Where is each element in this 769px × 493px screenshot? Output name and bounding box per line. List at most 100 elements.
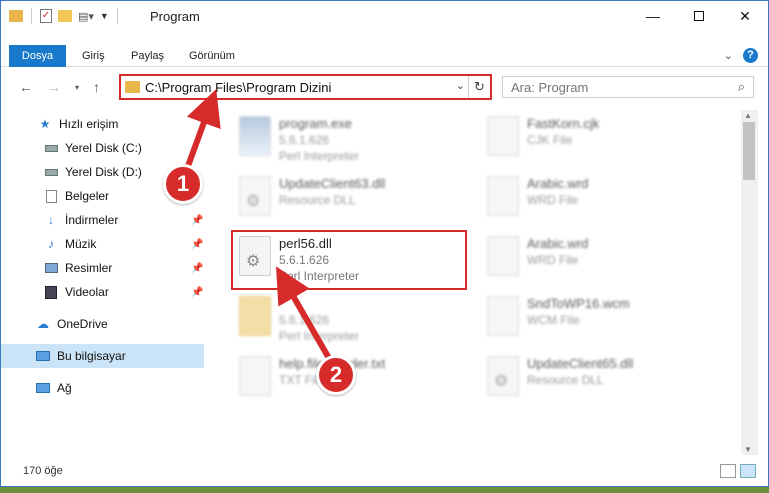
- sidebar-item-onedrive[interactable]: ☁ OneDrive: [1, 312, 204, 336]
- star-icon: ★: [39, 117, 51, 131]
- sidebar-item-music[interactable]: ♪ Müzik 📌: [1, 232, 204, 256]
- file-highlight-box: [231, 230, 467, 290]
- file-item[interactable]: Arabic.wrd WRD File: [477, 172, 717, 228]
- file-type: WCM File: [527, 313, 580, 327]
- sidebar-item-downloads[interactable]: ↓ İndirmeler 📌: [1, 208, 204, 232]
- quick-access-toolbar: ✓ ▤▾ ▼: [9, 8, 120, 24]
- tab-paylas[interactable]: Paylaş: [121, 45, 174, 67]
- scroll-down-icon[interactable]: ▼: [744, 445, 752, 454]
- pin-icon[interactable]: 📌: [191, 215, 203, 226]
- file-icon: [487, 296, 519, 336]
- sidebar-item-label: Yerel Disk (C:): [65, 141, 142, 155]
- up-arrow-icon[interactable]: ↑: [93, 79, 100, 95]
- new-folder-icon[interactable]: [58, 10, 72, 22]
- status-bar: 170 öğe: [1, 459, 768, 485]
- file-type: Resource DLL: [279, 193, 356, 207]
- file-item[interactable]: Arabic.wrd WRD File: [477, 232, 717, 288]
- maximize-button[interactable]: [676, 1, 722, 31]
- file-type: Resource DLL: [527, 373, 604, 387]
- sidebar-item-disk-c[interactable]: Yerel Disk (C:): [1, 136, 204, 160]
- nav-buttons: ← → ▾ ↑: [19, 79, 100, 95]
- forward-arrow-icon[interactable]: →: [47, 79, 61, 95]
- sidebar-item-label: Belgeler: [65, 189, 110, 203]
- sidebar-item-label: Ağ: [57, 381, 72, 395]
- properties-icon[interactable]: ✓: [40, 9, 52, 23]
- file-icon: [487, 236, 519, 276]
- file-type: Perl Interpreter: [279, 149, 360, 163]
- window-title: Program: [150, 9, 200, 24]
- view-switcher: [720, 464, 756, 478]
- file-item[interactable]: FastKorn.cjk CJK File: [477, 112, 717, 168]
- sidebar-item-this-pc[interactable]: Bu bilgisayar: [1, 344, 204, 368]
- exe-icon: [239, 116, 271, 156]
- folder-icon: [9, 10, 23, 22]
- chevron-down-icon[interactable]: ⌄: [456, 79, 465, 92]
- recent-dropdown-icon[interactable]: ▾: [75, 83, 79, 92]
- file-type: CJK File: [527, 133, 573, 147]
- folder-file-icon: [239, 296, 271, 336]
- window-controls: — ✕: [630, 1, 768, 31]
- file-type: WRD File: [527, 253, 579, 267]
- file-version: 5.6.1.626: [279, 133, 330, 147]
- search-icon[interactable]: ⌕: [738, 79, 745, 95]
- refresh-icon[interactable]: ↻: [468, 76, 490, 98]
- file-item[interactable]: 5.6.1.626 Perl Interpreter: [229, 292, 469, 348]
- ribbon-tabs: Dosya Giriş Paylaş Görünüm ⌄ ?: [1, 45, 768, 67]
- sidebar-item-label: İndirmeler: [65, 213, 119, 227]
- explorer-window: ✓ ▤▾ ▼ Program — ✕ Dosya Giriş Paylaş Gö…: [0, 0, 769, 487]
- details-view-icon[interactable]: [720, 464, 736, 478]
- sidebar-item-videos[interactable]: Videolar 📌: [1, 280, 204, 304]
- file-name: UpdateClient63.dll: [279, 176, 386, 191]
- scroll-thumb[interactable]: [743, 122, 755, 180]
- vertical-scrollbar[interactable]: ▲ ▼: [741, 110, 758, 455]
- sidebar-item-pictures[interactable]: Resimler 📌: [1, 256, 204, 280]
- pin-icon[interactable]: 📌: [191, 287, 203, 298]
- file-item[interactable]: program.exe 5.6.1.626 Perl Interpreter: [229, 112, 469, 168]
- qat-divider: [116, 8, 118, 24]
- sidebar-item-label: Hızlı erişim: [59, 117, 119, 131]
- scroll-up-icon[interactable]: ▲: [744, 111, 752, 120]
- sidebar-item-label: Resimler: [65, 261, 113, 275]
- minimize-button[interactable]: —: [630, 1, 676, 31]
- tab-dosya[interactable]: Dosya: [9, 45, 66, 67]
- pin-icon[interactable]: 📌: [191, 239, 203, 250]
- help-icon[interactable]: ?: [743, 48, 758, 63]
- tiles-view-icon[interactable]: [740, 464, 756, 478]
- address-bar[interactable]: C:\Program Files\Program Dizini ⌄ ↻: [119, 74, 492, 100]
- qat-dropdown-icon[interactable]: ▼: [100, 11, 109, 21]
- file-type: Perl Interpreter: [279, 329, 360, 343]
- back-arrow-icon[interactable]: ←: [19, 79, 33, 95]
- music-icon: ♪: [48, 237, 54, 251]
- computer-icon: [35, 349, 51, 363]
- tab-giris[interactable]: Giriş: [72, 45, 115, 67]
- close-button[interactable]: ✕: [722, 1, 768, 31]
- sidebar-item-network[interactable]: Ağ: [1, 376, 204, 400]
- callout-one: 1: [163, 164, 203, 204]
- view-options-icon[interactable]: ▤▾: [78, 10, 94, 23]
- drive-icon: [43, 141, 59, 155]
- file-item[interactable]: SndToWP16.wcm WCM File: [477, 292, 717, 348]
- navigation-bar: ← → ▾ ↑ C:\Program Files\Program Dizini …: [1, 72, 768, 102]
- txt-icon: [239, 356, 271, 396]
- file-name: FastKorn.cjk: [527, 116, 600, 131]
- sidebar-item-label: Bu bilgisayar: [57, 349, 126, 363]
- search-input[interactable]: [511, 77, 721, 97]
- close-icon: ✕: [739, 7, 751, 24]
- qat-divider: [31, 8, 32, 24]
- minimize-icon: —: [646, 8, 660, 24]
- sidebar-item-quick-access[interactable]: ★ Hızlı erişim: [1, 112, 204, 136]
- search-box[interactable]: ⌕: [502, 76, 754, 98]
- address-path[interactable]: C:\Program Files\Program Dizini: [145, 80, 331, 95]
- pin-icon[interactable]: 📌: [191, 263, 203, 274]
- cloud-icon: ☁: [37, 317, 49, 331]
- title-bar: ✓ ▤▾ ▼ Program — ✕: [1, 1, 768, 31]
- download-icon: ↓: [48, 213, 54, 227]
- pictures-icon: [43, 261, 59, 275]
- item-count: 170 öğe: [23, 465, 63, 477]
- sidebar-item-label: OneDrive: [57, 317, 108, 331]
- expand-ribbon-icon[interactable]: ⌄: [724, 49, 733, 62]
- folder-icon: [125, 81, 140, 93]
- file-item[interactable]: ⚙ UpdateClient63.dll Resource DLL: [229, 172, 469, 228]
- tab-gorunum[interactable]: Görünüm: [179, 45, 245, 67]
- file-item[interactable]: ⚙ UpdateClient65.dll Resource DLL: [477, 352, 717, 408]
